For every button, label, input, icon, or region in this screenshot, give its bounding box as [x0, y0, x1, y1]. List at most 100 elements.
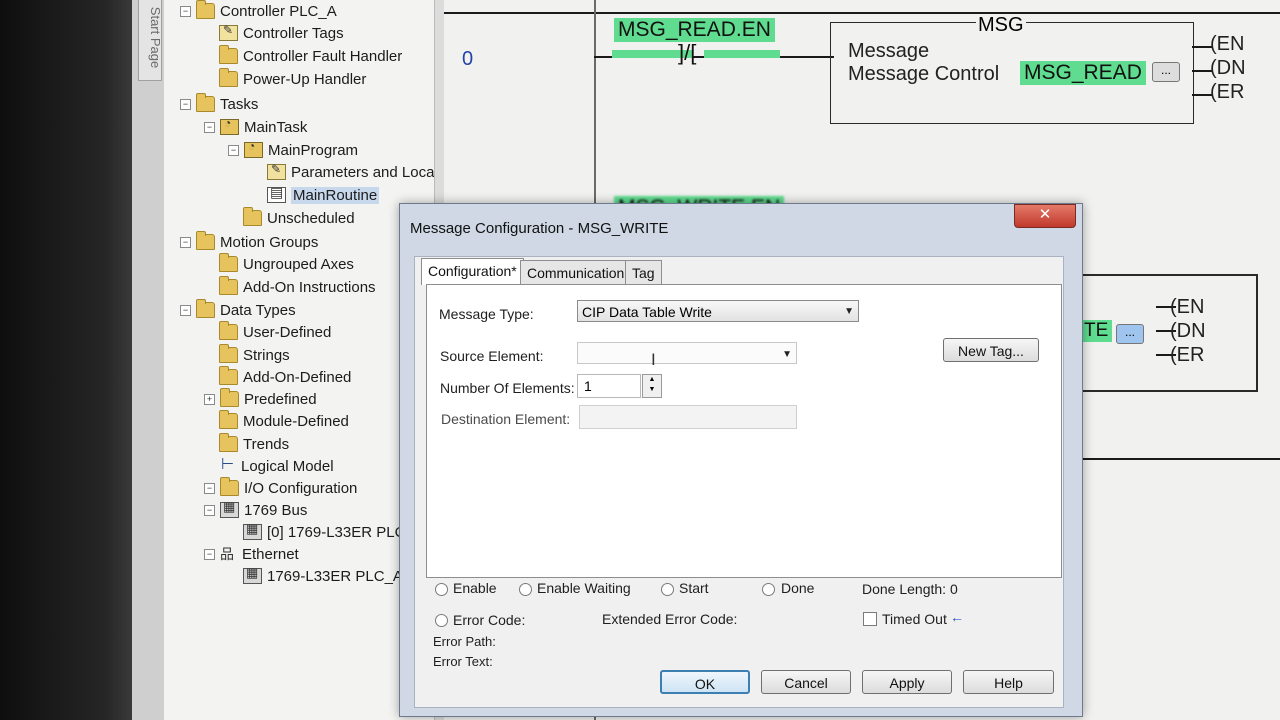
- tree-item[interactable]: − MainTask: [204, 116, 307, 138]
- tree-item[interactable]: Add-On Instructions: [204, 276, 376, 298]
- close-button[interactable]: ✕: [1014, 204, 1076, 228]
- tree-item[interactable]: MainRoutine: [252, 184, 380, 206]
- ladder-top-border: [444, 12, 1280, 14]
- folder-icon: [220, 388, 239, 407]
- tree-item-label: Tasks: [220, 95, 259, 113]
- tree-item-label: Ungrouped Axes: [243, 255, 354, 273]
- done-length-value: 0: [949, 581, 958, 597]
- collapse-icon[interactable]: −: [228, 144, 239, 156]
- expand-icon[interactable]: +: [204, 393, 215, 405]
- module-icon: [220, 499, 239, 518]
- msg-write-tag-fragment[interactable]: TE: [1080, 320, 1113, 342]
- tree-item[interactable]: [0] 1769-L33ER PLC: [228, 521, 405, 543]
- folder-icon: [220, 477, 239, 496]
- message-configuration-dialog: Message Configuration - MSG_WRITE ✕ Conf…: [399, 203, 1083, 717]
- tree-item[interactable]: User-Defined: [204, 321, 331, 343]
- msg-ellipsis-button[interactable]: ...: [1152, 62, 1180, 82]
- tab-communication[interactable]: Communication: [520, 260, 632, 285]
- tree-item[interactable]: − 1769 Bus: [204, 499, 307, 521]
- tree-item[interactable]: Controller Tags: [204, 22, 344, 44]
- collapse-icon[interactable]: −: [204, 121, 215, 133]
- destination-element-input[interactable]: [579, 405, 797, 429]
- tree-item[interactable]: Strings: [204, 344, 290, 366]
- collapse-icon[interactable]: −: [204, 548, 215, 560]
- tree-item[interactable]: Parameters and Loca: [252, 161, 434, 183]
- tab-configuration[interactable]: Configuration*: [421, 258, 524, 285]
- collapse-icon[interactable]: −: [180, 5, 191, 17]
- done-label: Done: [781, 580, 815, 596]
- collapse-icon[interactable]: −: [204, 482, 215, 494]
- timed-out-checkbox[interactable]: [863, 612, 877, 626]
- new-tag-button[interactable]: New Tag...: [943, 338, 1039, 362]
- tag-icon: [267, 162, 286, 180]
- tree-item[interactable]: − Ethernet: [204, 543, 299, 565]
- folder-icon: [196, 93, 215, 112]
- folder-icon: [219, 253, 238, 272]
- tree-item[interactable]: Unscheduled: [228, 207, 355, 229]
- number-of-elements-input[interactable]: 1: [577, 374, 641, 398]
- chevron-down-icon: ▼: [782, 349, 792, 360]
- source-element-select[interactable]: ▼: [577, 342, 797, 364]
- tree-item-label: Unscheduled: [267, 209, 355, 227]
- ok-button[interactable]: OK: [660, 670, 750, 694]
- folder-icon: [219, 366, 238, 385]
- module-icon: [243, 565, 262, 584]
- dn-coil: (DN: [1210, 57, 1246, 79]
- tree-item-label: Controller Fault Handler: [243, 47, 403, 65]
- help-button[interactable]: Help: [963, 670, 1054, 694]
- tree-item[interactable]: 1769-L33ER PLC_A: [228, 565, 403, 587]
- xio-contact[interactable]: ]/[: [678, 40, 696, 66]
- side-tab-strip: [132, 0, 165, 720]
- timed-out-label: Timed Out: [882, 611, 947, 627]
- collapse-icon[interactable]: −: [180, 98, 191, 110]
- tree-item[interactable]: Trends: [204, 433, 289, 455]
- tree-item[interactable]: Module-Defined: [204, 410, 349, 432]
- tree-item[interactable]: − Motion Groups: [180, 231, 318, 253]
- arrow-left-icon: ←: [950, 609, 964, 625]
- number-of-elements-spinner[interactable]: ▲ ▼: [642, 374, 662, 398]
- collapse-icon[interactable]: −: [180, 304, 191, 316]
- message-type-select[interactable]: CIP Data Table Write ▼: [577, 300, 859, 322]
- message-type-label: Message Type:: [439, 306, 534, 322]
- tree-item-label: Add-On-Defined: [243, 368, 352, 386]
- tag-icon: [219, 23, 238, 41]
- msg-control-label: Message Control: [848, 63, 1000, 85]
- rung-wire-3: [1072, 458, 1280, 460]
- contact-tag[interactable]: MSG_READ.EN: [614, 18, 775, 42]
- message-type-value: CIP Data Table Write: [582, 304, 712, 320]
- folder-icon: [196, 231, 215, 250]
- tree-item[interactable]: − MainProgram: [228, 139, 358, 161]
- tree-item[interactable]: Controller Fault Handler: [204, 45, 402, 67]
- contact-energized-right: [704, 50, 780, 58]
- folder-icon: [219, 68, 238, 87]
- tree-item[interactable]: − Data Types: [180, 299, 296, 321]
- folder-icon: [243, 207, 262, 226]
- tree-item[interactable]: + Predefined: [204, 388, 317, 410]
- folder-icon: [219, 410, 238, 429]
- start-page-tab-label: Start Page: [148, 6, 164, 69]
- apply-button[interactable]: Apply: [862, 670, 952, 694]
- tree-item[interactable]: Power-Up Handler: [204, 68, 366, 90]
- tree-item-label: Add-On Instructions: [243, 278, 376, 296]
- msg-write-ellipsis-button[interactable]: ...: [1116, 324, 1144, 344]
- tab-tag[interactable]: Tag: [625, 260, 662, 285]
- configuration-panel: [426, 284, 1062, 578]
- tree-item[interactable]: − Controller PLC_A: [180, 0, 337, 22]
- msg-control-tag[interactable]: MSG_READ: [1020, 61, 1146, 85]
- tree-item[interactable]: Ungrouped Axes: [204, 253, 354, 275]
- controller-organizer-tree: − Controller PLC_A Controller Tags Controll…: [164, 0, 434, 720]
- tree-item[interactable]: Add-On-Defined: [204, 366, 351, 388]
- er-coil-2: (ER: [1170, 344, 1205, 366]
- tree-item[interactable]: − Tasks: [180, 93, 258, 115]
- model-icon: [219, 455, 236, 473]
- cancel-button[interactable]: Cancel: [761, 670, 851, 694]
- text-cursor-icon: I: [651, 350, 656, 369]
- task-icon: [220, 116, 239, 135]
- tree-item-label: Motion Groups: [220, 233, 319, 251]
- tree-item[interactable]: Logical Model: [204, 455, 334, 477]
- collapse-icon[interactable]: −: [204, 504, 215, 516]
- tree-item[interactable]: − I/O Configuration: [204, 477, 357, 499]
- done-indicator: [762, 583, 775, 596]
- collapse-icon[interactable]: −: [180, 236, 191, 248]
- error-code-label: Error Code:: [453, 612, 526, 628]
